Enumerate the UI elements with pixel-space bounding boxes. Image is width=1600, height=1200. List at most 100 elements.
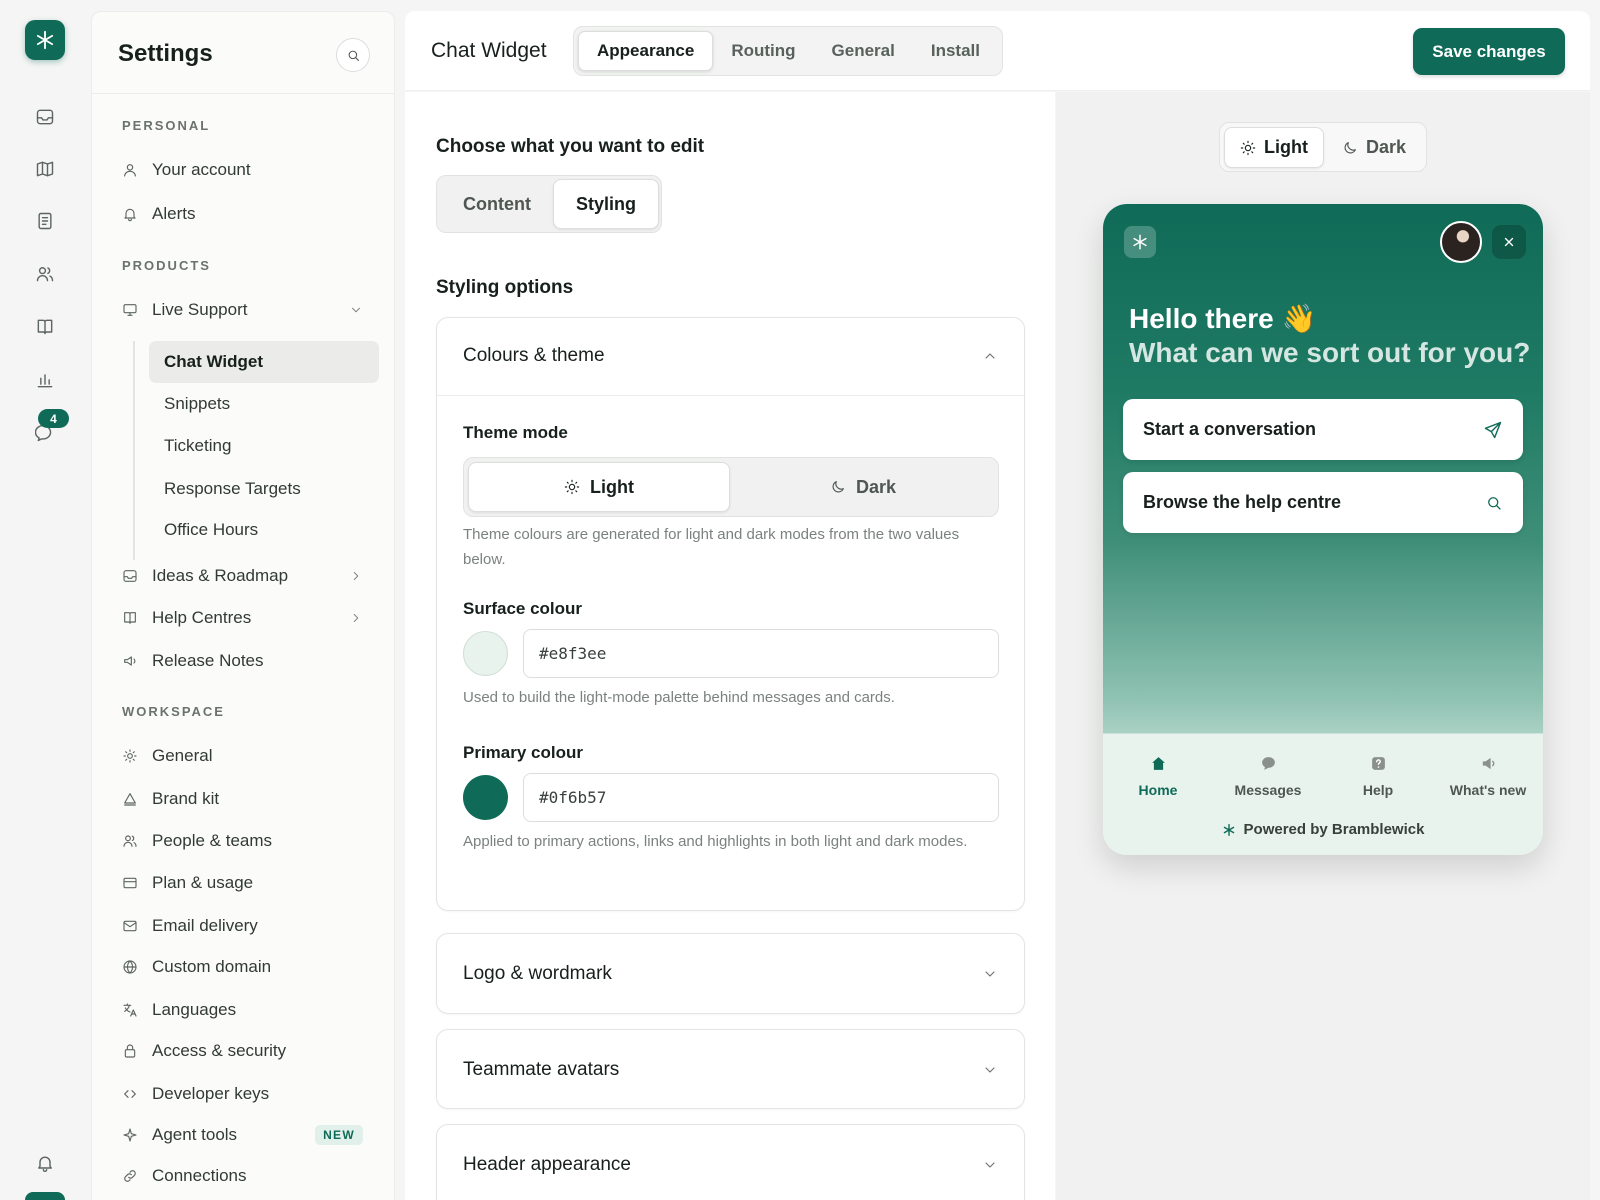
nav-live-support[interactable]: Live Support [121, 292, 377, 328]
map-icon[interactable] [29, 153, 61, 185]
start-conversation-card[interactable]: Start a conversation [1123, 399, 1523, 460]
primary-colour-input[interactable] [523, 773, 999, 822]
widget-logo-icon [1124, 226, 1156, 258]
nav-label: Email delivery [152, 916, 258, 935]
link-icon [121, 1167, 139, 1185]
document-icon[interactable] [29, 205, 61, 237]
chevron-down-icon[interactable] [982, 966, 998, 982]
editor-panel: Choose what you want to edit Content Sty… [405, 92, 1055, 1200]
nav-label: General [152, 746, 213, 765]
nav-custom-domain[interactable]: Custom domain [121, 949, 377, 985]
nav-label: Help Centres [152, 608, 252, 627]
theme-option-dark[interactable]: Dark [732, 462, 994, 512]
preview-option-label: Dark [1365, 137, 1407, 157]
nav-label: Messages [1234, 782, 1302, 798]
subnav-ticketing[interactable]: Ticketing [149, 425, 379, 467]
nav-plan-usage[interactable]: Plan & usage [121, 865, 377, 901]
nav-label: Connections [152, 1166, 247, 1185]
nav-agent-tools[interactable]: Agent tools NEW [121, 1117, 377, 1153]
logo-wordmark-card[interactable]: Logo & wordmark [436, 933, 1025, 1014]
chat-widget-preview: Hello there 👋 What can we sort out for y… [1103, 204, 1543, 855]
teammate-avatars-card[interactable]: Teammate avatars [436, 1029, 1025, 1109]
nav-alerts[interactable]: Alerts [121, 196, 377, 232]
widget-greeting: Hello there 👋 [1129, 303, 1317, 334]
help-icon [1370, 754, 1387, 772]
bell-icon[interactable] [29, 1147, 61, 1179]
nav-access-security[interactable]: Access & security [121, 1033, 377, 1069]
preview-option-label: Light [1264, 137, 1308, 157]
widget-nav-messages[interactable]: Messages [1213, 754, 1323, 798]
header-appearance-card[interactable]: Header appearance [436, 1124, 1025, 1200]
card-label: Browse the help centre [1143, 492, 1342, 512]
tab-appearance[interactable]: Appearance [578, 31, 714, 71]
subnav-response-targets[interactable]: Response Targets [149, 468, 379, 510]
nav-developer-keys[interactable]: Developer keys [121, 1076, 377, 1112]
surface-colour-swatch[interactable] [463, 631, 508, 676]
chevron-right-icon [349, 569, 363, 583]
subnav-snippets[interactable]: Snippets [149, 383, 379, 425]
chevron-up-icon[interactable] [982, 348, 998, 364]
nav-help-centres[interactable]: Help Centres [121, 600, 377, 636]
nav-languages[interactable]: Languages [121, 992, 377, 1028]
preview-option-light[interactable]: Light [1224, 127, 1324, 168]
nav-ideas-roadmap[interactable]: Ideas & Roadmap [121, 558, 377, 594]
tab-install[interactable]: Install [913, 31, 998, 71]
inbox-icon [121, 567, 139, 585]
nav-email-delivery[interactable]: Email delivery [121, 908, 377, 944]
colours-theme-card: Colours & theme Theme mode Light Dark Th… [436, 317, 1025, 911]
surface-colour-label: Surface colour [463, 599, 583, 618]
translate-icon [121, 1001, 139, 1019]
bell-icon [121, 205, 139, 223]
edit-tab-styling[interactable]: Styling [552, 179, 659, 229]
nav-label: Your account [152, 160, 251, 179]
nav-general[interactable]: General [121, 738, 377, 774]
monitor-icon [121, 301, 139, 319]
card-title: Colours & theme [463, 345, 605, 366]
surface-colour-input[interactable] [523, 629, 999, 678]
edit-tab-content[interactable]: Content [441, 179, 553, 229]
widget-nav-home[interactable]: Home [1103, 754, 1213, 798]
megaphone-icon [1480, 754, 1497, 772]
nav-brand-kit[interactable]: Brand kit [121, 781, 377, 817]
chevron-down-icon[interactable] [982, 1062, 998, 1078]
widget-nav-help[interactable]: Help [1323, 754, 1433, 798]
nav-your-account[interactable]: Your account [121, 152, 377, 188]
settings-title: Settings [118, 40, 213, 67]
users-icon[interactable] [29, 258, 61, 290]
primary-help-text: Applied to primary actions, links and hi… [463, 833, 968, 850]
widget-nav-whats-new[interactable]: What's new [1433, 754, 1543, 798]
settings-panel: Settings PERSONAL Your account Alerts PR… [91, 11, 395, 1200]
search-icon [348, 50, 359, 61]
nav-label: Release Notes [152, 651, 264, 670]
send-icon [1483, 420, 1503, 440]
primary-colour-swatch[interactable] [463, 775, 508, 820]
chevron-down-icon[interactable] [982, 1157, 998, 1173]
message-icon [1260, 754, 1277, 772]
moon-icon [832, 481, 844, 493]
subnav-guide-line [133, 341, 135, 560]
subnav-office-hours[interactable]: Office Hours [149, 509, 379, 551]
theme-option-label: Dark [855, 476, 897, 497]
nav-release-notes[interactable]: Release Notes [121, 643, 377, 679]
sparkle-icon [121, 1126, 139, 1144]
theme-option-light[interactable]: Light [468, 462, 730, 512]
browse-help-card[interactable]: Browse the help centre [1123, 472, 1523, 533]
book-icon[interactable] [29, 311, 61, 343]
chart-icon[interactable] [29, 364, 61, 396]
card-title: Logo & wordmark [463, 963, 612, 984]
settings-search-button[interactable] [336, 38, 370, 72]
subnav-chat-widget[interactable]: Chat Widget [149, 341, 379, 383]
choose-heading: Choose what you want to edit [436, 136, 705, 157]
nav-people-teams[interactable]: People & teams [121, 823, 377, 859]
preview-option-dark[interactable]: Dark [1324, 127, 1424, 168]
powered-by[interactable]: Powered by Bramblewick [1103, 821, 1543, 838]
inbox-icon[interactable] [29, 101, 61, 133]
tab-routing[interactable]: Routing [713, 31, 813, 71]
save-changes-button[interactable]: Save changes [1413, 28, 1565, 75]
nav-label: Live Support [152, 300, 248, 319]
user-menu-button[interactable] [25, 1192, 65, 1200]
close-icon[interactable] [1492, 225, 1526, 259]
app-logo-icon[interactable] [25, 20, 65, 60]
nav-connections[interactable]: Connections [121, 1158, 377, 1194]
tab-general[interactable]: General [814, 31, 913, 71]
